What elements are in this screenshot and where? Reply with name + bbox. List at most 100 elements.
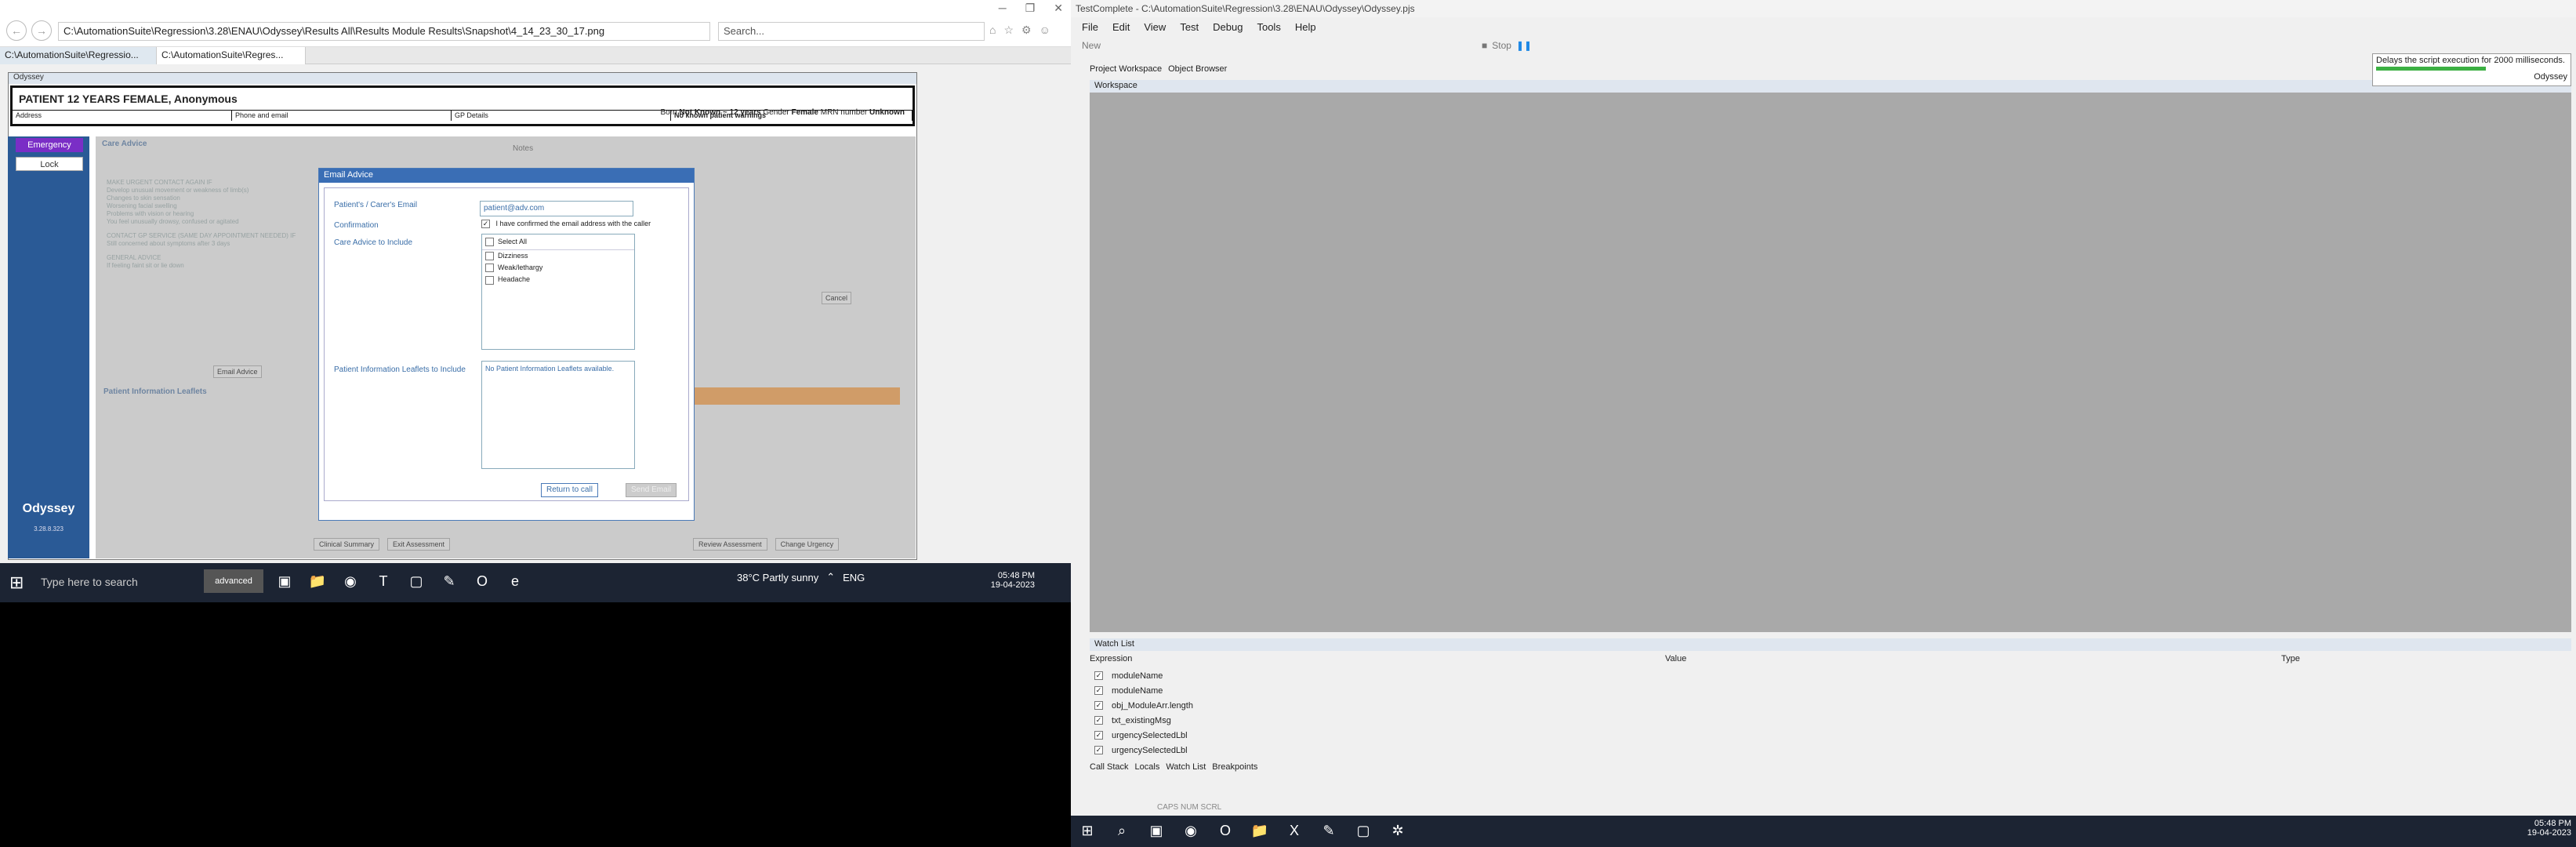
tab-2[interactable]: C:\AutomationSuite\Regres... — [157, 46, 306, 64]
row-checkbox[interactable]: ✓ — [1094, 671, 1103, 680]
tab-locals[interactable]: Locals — [1135, 762, 1160, 772]
testcomplete-icon[interactable]: ✲ — [1386, 819, 1410, 842]
chevron-up-icon[interactable]: ⌃ — [826, 571, 835, 583]
row-checkbox[interactable]: ✓ — [1094, 731, 1103, 740]
pause-icon[interactable]: ❚❚ — [1516, 40, 1532, 56]
item-label: Headache — [498, 275, 531, 284]
list-item[interactable]: Dizziness — [482, 250, 634, 262]
expr-cell: moduleName — [1112, 685, 1163, 696]
ie-icon[interactable]: e — [503, 569, 527, 593]
stop-button[interactable]: Stop — [1492, 40, 1511, 56]
teams-icon[interactable]: T — [372, 569, 395, 593]
col-type[interactable]: Type — [2281, 654, 2300, 665]
return-to-call-button[interactable]: Return to call — [541, 483, 598, 497]
menu-help[interactable]: Help — [1295, 21, 1316, 34]
restore-icon[interactable]: ❐ — [1025, 2, 1036, 15]
forward-icon[interactable]: → — [31, 20, 52, 41]
taskbar-search[interactable]: Type here to search — [38, 571, 194, 594]
menu-file[interactable]: File — [1082, 21, 1098, 34]
col-value[interactable]: Value — [1665, 654, 2281, 665]
odyssey-logo: Odyssey — [22, 502, 75, 515]
tooltip: Delays the script execution for 2000 mil… — [2372, 53, 2571, 86]
item-checkbox[interactable] — [485, 275, 494, 285]
expr-cell: obj_ModuleArr.length — [1112, 700, 1193, 711]
modal-title: Email Advice — [319, 169, 694, 183]
tab-object-browser[interactable]: Object Browser — [1168, 64, 1227, 74]
table-row[interactable]: ✓ urgencySelectedLbl — [1094, 728, 2552, 743]
clock-left[interactable]: 05:48 PM 19-04-2023 — [972, 571, 1035, 590]
folder-icon[interactable]: 📁 — [306, 569, 329, 593]
gear-icon[interactable]: ⚙ — [1021, 24, 1032, 37]
col-expression[interactable]: Expression — [1090, 654, 1665, 665]
born-label: Born — [660, 108, 677, 117]
emergency-button[interactable]: Emergency — [16, 138, 83, 152]
folder-icon[interactable]: 📁 — [1248, 819, 1272, 842]
chrome-icon[interactable]: ◉ — [1179, 819, 1203, 842]
firefox-icon[interactable]: ◉ — [339, 569, 362, 593]
task-view-icon[interactable]: ▣ — [1145, 819, 1168, 842]
row-checkbox[interactable]: ✓ — [1094, 686, 1103, 695]
table-row[interactable]: ✓ moduleName — [1094, 668, 2552, 683]
tooltip-text: Delays the script execution for 2000 mil… — [2376, 56, 2565, 65]
menu-debug[interactable]: Debug — [1213, 21, 1243, 34]
app-icon[interactable]: ▢ — [405, 569, 428, 593]
expr-cell: urgencySelectedLbl — [1112, 730, 1188, 740]
windows-start-icon[interactable]: ⊞ — [1076, 819, 1099, 842]
excel-icon[interactable]: X — [1283, 819, 1306, 842]
row-checkbox[interactable]: ✓ — [1094, 701, 1103, 710]
ie-right-icons: ⌂ ☆ ⚙ ☺ — [989, 24, 1050, 37]
advanced-app[interactable]: advanced — [204, 569, 263, 593]
list-item[interactable]: Headache — [482, 274, 634, 285]
tab-watch-list[interactable]: Watch List — [1166, 762, 1206, 772]
confirmation-checkbox[interactable]: ✓ — [481, 220, 490, 229]
send-email-button[interactable]: Send Email — [626, 483, 677, 497]
search-icon[interactable]: ⌕ — [1110, 819, 1134, 842]
menu-edit[interactable]: Edit — [1112, 21, 1130, 34]
date-left: 19-04-2023 — [990, 580, 1035, 590]
menu-view[interactable]: View — [1144, 21, 1166, 34]
table-row[interactable]: ✓ urgencySelectedLbl — [1094, 743, 2552, 758]
windows-start-icon[interactable]: ⊞ — [9, 573, 30, 593]
email-field[interactable]: patient@adv.com — [480, 201, 633, 216]
back-icon[interactable]: ← — [6, 20, 27, 41]
new-button[interactable]: New — [1082, 40, 1101, 56]
odyssey-version: 3.28.8.323 — [34, 525, 63, 533]
tab-call-stack[interactable]: Call Stack — [1090, 762, 1129, 772]
time-right: 05:48 PM — [2534, 819, 2571, 828]
lock-button[interactable]: Lock — [16, 157, 83, 171]
notepad-icon[interactable]: ✎ — [437, 569, 461, 593]
address-bar[interactable]: C:\AutomationSuite\Regression\3.28\ENAU\… — [58, 22, 710, 41]
tab-project-workspace[interactable]: Project Workspace — [1090, 64, 1162, 74]
time-left: 05:48 PM — [997, 571, 1035, 580]
row-checkbox[interactable]: ✓ — [1094, 746, 1103, 754]
row-checkbox[interactable]: ✓ — [1094, 716, 1103, 725]
outlook-icon[interactable]: O — [470, 569, 494, 593]
select-all-checkbox[interactable] — [485, 238, 494, 247]
table-row[interactable]: ✓ obj_ModuleArr.length — [1094, 698, 2552, 713]
table-row[interactable]: ✓ txt_existingMsg — [1094, 713, 2552, 728]
menu-tools[interactable]: Tools — [1257, 21, 1280, 34]
menu-test[interactable]: Test — [1180, 21, 1199, 34]
select-all-row[interactable]: Select All — [482, 234, 634, 251]
search-input[interactable]: Search... — [718, 22, 985, 41]
weather-text[interactable]: 38°C Partly sunny — [737, 572, 818, 583]
app-icon[interactable]: ▢ — [1351, 819, 1375, 842]
tab-breakpoints[interactable]: Breakpoints — [1212, 762, 1257, 772]
minimize-icon[interactable]: ─ — [999, 2, 1007, 15]
lang-text[interactable]: ENG — [843, 572, 865, 583]
notepad-icon[interactable]: ✎ — [1317, 819, 1341, 842]
task-view-icon[interactable]: ▣ — [273, 569, 296, 593]
clock-right[interactable]: 05:48 PM 19-04-2023 — [2509, 819, 2571, 838]
star-icon[interactable]: ☆ — [1003, 24, 1014, 37]
home-icon[interactable]: ⌂ — [989, 24, 996, 37]
outlook-icon[interactable]: O — [1214, 819, 1237, 842]
list-item[interactable]: Weak/lethargy — [482, 262, 634, 274]
mrn-label: MRN number — [820, 108, 868, 117]
item-checkbox[interactable] — [485, 264, 494, 273]
stop-icon[interactable]: ■ — [1482, 40, 1487, 56]
smiley-icon[interactable]: ☺ — [1039, 24, 1050, 37]
tab-1[interactable]: C:\AutomationSuite\Regressio... — [0, 46, 157, 64]
close-icon[interactable]: ✕ — [1054, 2, 1063, 15]
item-checkbox[interactable] — [485, 252, 494, 261]
table-row[interactable]: ✓ moduleName — [1094, 683, 2552, 698]
